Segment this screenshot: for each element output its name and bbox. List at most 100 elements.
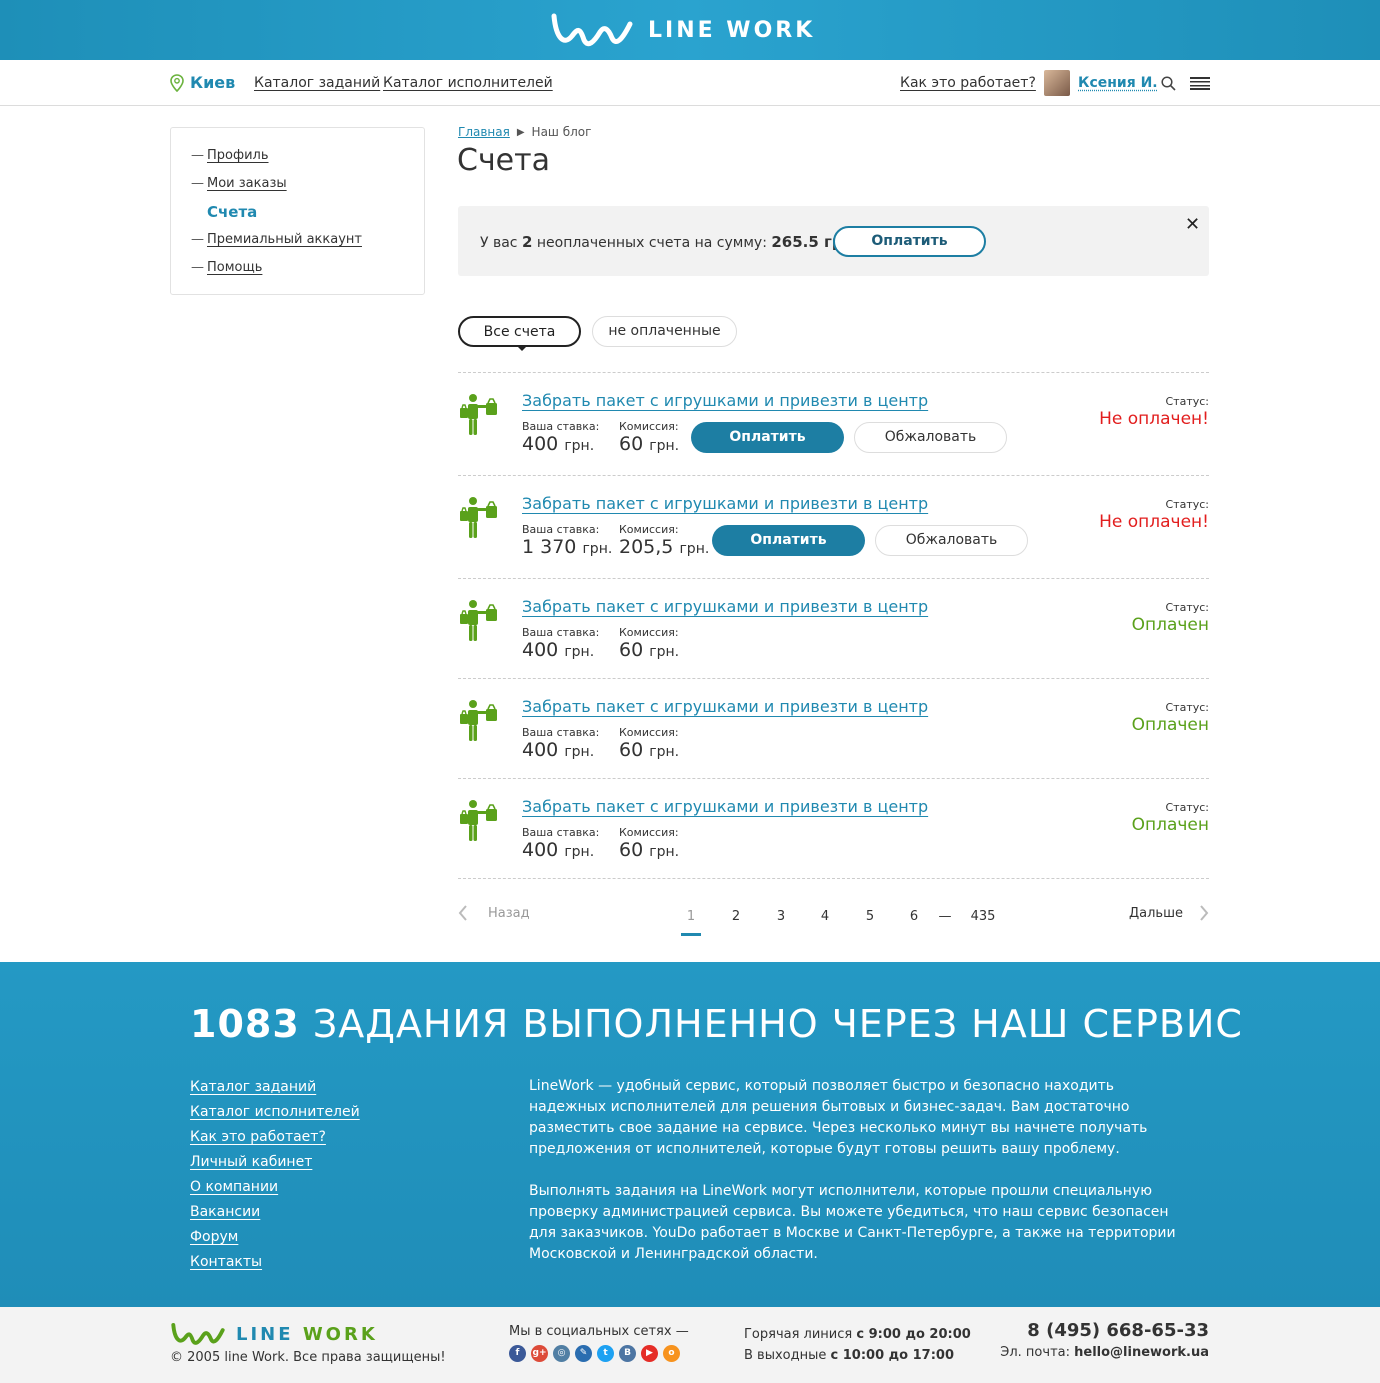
- footer-links: Каталог заданий Каталог исполнителей Как…: [190, 1076, 360, 1276]
- city-name: Киев: [190, 73, 236, 92]
- page-4[interactable]: 4: [813, 909, 837, 924]
- page-1[interactable]: 1: [679, 909, 703, 936]
- email-link[interactable]: hello@linework.ua: [1074, 1345, 1209, 1360]
- logo[interactable]: LINE WORK: [550, 10, 815, 50]
- phone-number[interactable]: 8 (495) 668-65-33: [1027, 1320, 1209, 1341]
- account-sidebar: — Профиль — Мои заказы Счета — Премиальный …: [170, 127, 425, 295]
- footer-link-how-it-works[interactable]: Как это работает?: [190, 1126, 360, 1151]
- footer-description: LineWork — удобный сервис, который позво…: [529, 1078, 1176, 1262]
- sidebar-item-premium[interactable]: — Премиальный аккаунт: [191, 230, 404, 258]
- page-5[interactable]: 5: [858, 909, 882, 924]
- commission-value: 60 грн.: [619, 739, 680, 761]
- logo-mark-icon: [171, 1322, 225, 1345]
- bid-label: Ваша ставка:: [522, 420, 600, 433]
- status-badge: Оплачен: [1131, 615, 1209, 635]
- commission-value: 205,5 грн.: [619, 536, 710, 558]
- commission-value: 60 грн.: [619, 839, 680, 861]
- chevron-right-icon: [1200, 905, 1209, 921]
- google-plus-icon[interactable]: g+: [531, 1345, 548, 1362]
- close-icon[interactable]: ✕: [1185, 214, 1200, 235]
- status-label: Статус:: [1165, 601, 1209, 614]
- pagination-next[interactable]: Дальше: [1129, 905, 1209, 921]
- footer-link-cabinet[interactable]: Личный кабинет: [190, 1151, 360, 1176]
- courier-icon: [460, 394, 497, 435]
- nav-link-performer-catalog[interactable]: Каталог исполнителей: [383, 75, 553, 91]
- invoice-title-link[interactable]: Забрать пакет с игрушками и привезти в ц…: [522, 697, 928, 716]
- notice-pay-button[interactable]: Оплатить: [833, 226, 986, 257]
- page-2[interactable]: 2: [724, 909, 748, 924]
- city-selector[interactable]: Киев: [170, 73, 235, 92]
- bid-value: 400 грн.: [522, 839, 595, 861]
- commission-value: 60 грн.: [619, 639, 680, 661]
- social-links: f g+ ◎ ✎ t В ▶ о: [509, 1345, 680, 1362]
- status-badge: Оплачен: [1131, 815, 1209, 835]
- instagram-icon[interactable]: ◎: [553, 1345, 570, 1362]
- social-label: Мы в социальных сетях —: [509, 1324, 689, 1339]
- sidebar-item-invoices[interactable]: Счета: [191, 202, 404, 230]
- footer-link-about[interactable]: О компании: [190, 1176, 360, 1201]
- footer: 1083 ЗАДАНИЯ ВЫПОЛНЕННО ЧЕРЕЗ НАШ СЕРВИС…: [0, 962, 1380, 1307]
- search-icon[interactable]: [1161, 76, 1176, 91]
- breadcrumb-home[interactable]: Главная: [458, 125, 510, 139]
- footer-link-performer-catalog[interactable]: Каталог исполнителей: [190, 1101, 360, 1126]
- courier-icon: [460, 800, 497, 841]
- commission-label: Комиссия:: [619, 420, 679, 433]
- sidebar-item-help[interactable]: — Помощь: [191, 258, 404, 286]
- pay-button[interactable]: Оплатить: [712, 525, 865, 556]
- hotline: Горячая линися с 9:00 до 20:00 В выходны…: [744, 1327, 971, 1363]
- filter-all-invoices[interactable]: Все счета: [458, 316, 581, 351]
- footer-link-vacancies[interactable]: Вакансии: [190, 1201, 360, 1226]
- logo-mark-icon: [551, 13, 633, 47]
- status-badge: Не оплачен!: [1099, 512, 1209, 532]
- sidebar-item-profile[interactable]: — Профиль: [191, 146, 404, 174]
- filter-unpaid[interactable]: не оплаченные: [592, 316, 737, 347]
- odnoklassniki-icon[interactable]: о: [663, 1345, 680, 1362]
- status-badge: Не оплачен!: [1099, 409, 1209, 429]
- bid-label: Ваша ставка:: [522, 626, 600, 639]
- unpaid-notice: У вас 2 неоплаченных счета на сумму: 265…: [458, 206, 1209, 276]
- pagination-prev[interactable]: Назад: [458, 905, 530, 921]
- user-menu[interactable]: Ксения И.: [1044, 70, 1158, 96]
- dispute-button[interactable]: Обжаловать: [875, 525, 1028, 556]
- bottom-bar: LINE WORK © 2005 line Work. Все права за…: [0, 1307, 1380, 1383]
- youtube-icon[interactable]: ▶: [641, 1345, 658, 1362]
- twitter-icon[interactable]: t: [597, 1345, 614, 1362]
- invoice-title-link[interactable]: Забрать пакет с игрушками и привезти в ц…: [522, 797, 928, 816]
- footer-link-forum[interactable]: Форум: [190, 1226, 360, 1251]
- page-title: Счета: [457, 143, 550, 178]
- dispute-button[interactable]: Обжаловать: [854, 422, 1007, 453]
- logo-text: LINE WORK: [648, 17, 816, 43]
- page-ellipsis: —: [938, 909, 952, 924]
- invoice-title-link[interactable]: Забрать пакет с игрушками и привезти в ц…: [522, 597, 928, 616]
- bid-label: Ваша ставка:: [522, 523, 600, 536]
- invoice-title-link[interactable]: Забрать пакет с игрушками и привезти в ц…: [522, 494, 928, 513]
- invoice-title-link[interactable]: Забрать пакет с игрушками и привезти в ц…: [522, 391, 928, 410]
- status-label: Статус:: [1165, 701, 1209, 714]
- page-6[interactable]: 6: [902, 909, 926, 924]
- menu-icon[interactable]: [1190, 77, 1210, 90]
- facebook-icon[interactable]: f: [509, 1345, 526, 1362]
- pay-button[interactable]: Оплатить: [691, 422, 844, 453]
- nav-link-how-it-works[interactable]: Как это работает?: [900, 75, 1036, 91]
- email: Эл. почта: hello@linework.ua: [1000, 1345, 1209, 1360]
- vk-icon[interactable]: В: [619, 1345, 636, 1362]
- pagination: Назад 1 2 3 4 5 6 — 435 Дальше: [458, 905, 1209, 939]
- footer-logo[interactable]: LINE WORK: [170, 1321, 378, 1347]
- bid-value: 1 370 грн.: [522, 536, 613, 558]
- location-pin-icon: [170, 73, 184, 92]
- courier-icon: [460, 700, 497, 741]
- sidebar-item-orders[interactable]: — Мои заказы: [191, 174, 404, 202]
- status-badge: Оплачен: [1131, 715, 1209, 735]
- commission-value: 60 грн.: [619, 433, 680, 455]
- footer-link-task-catalog[interactable]: Каталог заданий: [190, 1076, 360, 1101]
- livejournal-icon[interactable]: ✎: [575, 1345, 592, 1362]
- nav-link-task-catalog[interactable]: Каталог заданий: [254, 75, 380, 91]
- notice-text: У вас 2 неоплаченных счета на сумму: 265…: [480, 233, 859, 251]
- copyright: © 2005 line Work. Все права защищены!: [170, 1350, 446, 1365]
- invoice-row: Забрать пакет с игрушками и привезти в ц…: [458, 579, 1209, 679]
- commission-label: Комиссия:: [619, 626, 679, 639]
- footer-link-contacts[interactable]: Контакты: [190, 1251, 360, 1276]
- status-label: Статус:: [1165, 498, 1209, 511]
- page-3[interactable]: 3: [769, 909, 793, 924]
- page-435[interactable]: 435: [967, 909, 999, 924]
